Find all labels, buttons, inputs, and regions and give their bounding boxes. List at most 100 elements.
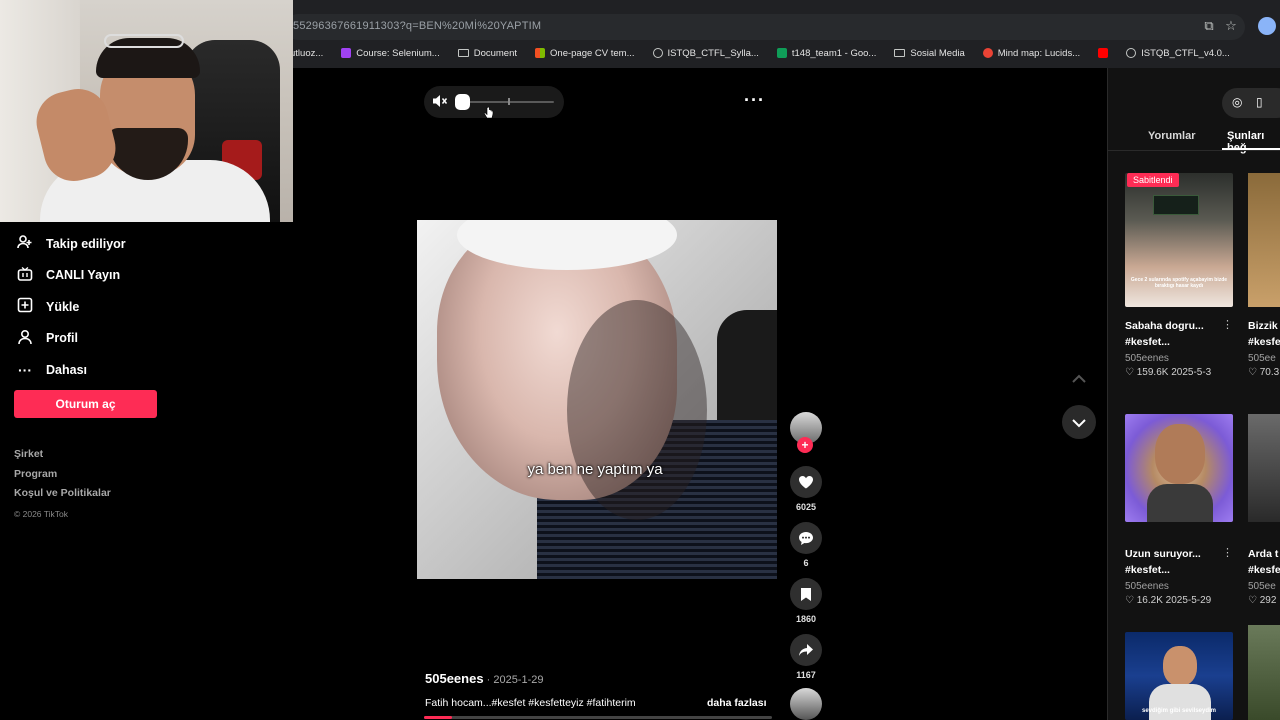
live-icon (14, 266, 36, 285)
volume-slider-tick (508, 98, 510, 105)
phone-icon[interactable]: ▯ (1256, 95, 1263, 109)
more-icon: ··· (18, 361, 32, 378)
video-player[interactable] (417, 220, 777, 579)
volume-slider-handle[interactable] (455, 94, 470, 110)
video-caption: ya ben ne yaptım ya (527, 461, 663, 478)
tab-comments[interactable]: Yorumlar (1148, 130, 1195, 142)
music-disc-avatar[interactable] (790, 688, 822, 720)
share-action[interactable]: 1167 (790, 634, 822, 680)
course-favicon-icon (341, 48, 352, 58)
mute-icon[interactable] (432, 94, 448, 111)
bookmark-item[interactable]: Course: Selenium... (341, 48, 440, 59)
bookmark-item[interactable]: One-page CV tem... (535, 48, 635, 59)
video-thumbnail[interactable] (1125, 414, 1233, 522)
comment-count: 6 (803, 558, 809, 568)
sidebar-footer: Şirket Program Koşul ve Politikalar © 20… (14, 448, 111, 519)
card-author[interactable]: 505ee (1248, 581, 1280, 592)
footer-link-terms[interactable]: Koşul ve Politikalar (14, 487, 111, 507)
compass-icon[interactable]: ◎ (1232, 95, 1242, 109)
card-title[interactable]: Bizzik (1248, 318, 1280, 334)
bookmark-star-icon[interactable]: ☆ (1223, 18, 1239, 34)
video-date: · 2025-1-29 (483, 674, 544, 686)
video-thumbnail[interactable]: Gece 2 sularında spotify açabayim bizde … (1125, 173, 1233, 307)
footer-link-program[interactable]: Program (14, 468, 111, 488)
video-thumbnail[interactable]: sevdiğim gibi sevilseydim (1125, 632, 1233, 720)
sidebar-item-upload[interactable]: Yükle (14, 291, 264, 323)
card-stats: ♡ 70.3 (1248, 367, 1280, 378)
chevron-up-icon (1072, 374, 1086, 383)
kebab-menu-icon[interactable]: ⋮ (1222, 318, 1233, 331)
mouse-cursor-icon (484, 106, 494, 122)
thumbnail-face (1155, 424, 1205, 484)
panel-tools (1222, 88, 1280, 118)
more-options-icon[interactable]: ··· (744, 90, 765, 111)
card-author[interactable]: 505eenes (1125, 353, 1169, 364)
video-author[interactable]: 505eenes · 2025-1-29 (425, 671, 544, 686)
sidebar-nav: Takip ediliyor CANLI Yayın Yükle Profil … (14, 228, 264, 386)
bookmark-item[interactable]: ISTQB_CTFL_v4.0... (1126, 48, 1230, 59)
panel-divider (1107, 150, 1280, 151)
heart-icon[interactable] (790, 466, 822, 498)
card-hashtag[interactable]: #kesfe (1248, 562, 1280, 578)
globe-icon (1126, 48, 1137, 58)
video-progress-track[interactable] (424, 716, 772, 719)
card-hashtag[interactable]: #kesfet... (1125, 562, 1225, 578)
thumbnail-shirt (1147, 484, 1213, 522)
like-action[interactable]: 6025 (790, 466, 822, 512)
thumbnail-face (1163, 646, 1197, 686)
microsoft-favicon-icon (535, 48, 546, 58)
save-action[interactable]: 1860 (790, 578, 822, 624)
card-title[interactable]: Arda t (1248, 546, 1280, 562)
video-shadow (567, 300, 707, 520)
bookmark-icon[interactable] (790, 578, 822, 610)
sidebar-item-live[interactable]: CANLI Yayın (14, 260, 264, 292)
video-thumbnail[interactable] (1248, 173, 1280, 307)
bookmark-item[interactable]: Mind map: Lucids... (982, 48, 1080, 59)
card-hashtag[interactable]: #kesfe (1248, 334, 1280, 350)
address-bar-url: 5529636766191130​3?q=BEN%20Mİ%20YAPTIM (293, 20, 542, 32)
webcam-overlay (0, 0, 293, 222)
card-author[interactable]: 505eenes (1125, 581, 1169, 592)
bookmark-item[interactable]: Sosial Media (894, 48, 965, 59)
sidebar-item-following[interactable]: Takip ediliyor (14, 228, 264, 260)
lucid-favicon-icon (982, 48, 993, 58)
share-count: 1167 (796, 670, 816, 680)
show-more-link[interactable]: daha fazlası (707, 697, 767, 709)
copyright-text: © 2026 TikTok (14, 508, 68, 519)
video-thumbnail[interactable] (1248, 414, 1280, 522)
bookmark-item[interactable]: t148_team1 - Goo... (776, 48, 876, 59)
bookmark-item[interactable]: ISTQB_CTFL_Sylla... (652, 48, 759, 59)
sheets-favicon-icon (776, 48, 787, 58)
thumbnail-text: sevdiğim gibi sevilseydim (1141, 708, 1217, 714)
install-app-icon[interactable]: ⧉ (1201, 18, 1217, 34)
footer-link-company[interactable]: Şirket (14, 448, 111, 468)
comment-icon[interactable] (790, 522, 822, 554)
card-title[interactable]: Sabaha dogru... (1125, 318, 1225, 334)
upload-icon (14, 297, 36, 316)
video-thumbnail[interactable] (1248, 625, 1280, 720)
bookmark-item[interactable]: utluoz... (290, 48, 323, 59)
sidebar-item-profile[interactable]: Profil (14, 323, 264, 355)
previous-video-button[interactable] (1062, 360, 1096, 394)
folder-icon (457, 49, 469, 57)
bookmark-item[interactable] (1098, 48, 1109, 58)
card-author[interactable]: 505ee (1248, 353, 1280, 364)
pinned-badge: Sabitlendi (1127, 173, 1179, 187)
comment-action[interactable]: 6 (790, 522, 822, 568)
next-video-button[interactable] (1062, 405, 1096, 439)
card-stats: ♡ 159.6K 2025-5-3 (1125, 367, 1212, 378)
share-icon[interactable] (790, 634, 822, 666)
card-hashtag[interactable]: #kesfet... (1125, 334, 1225, 350)
save-count: 1860 (795, 614, 817, 624)
bookmark-item[interactable]: Document (457, 48, 517, 59)
kebab-menu-icon[interactable]: ⋮ (1222, 546, 1233, 559)
login-button[interactable]: Oturum aç (14, 390, 157, 418)
card-stats: ♡ 16.2K 2025-5-29 (1125, 595, 1212, 606)
sidebar-item-more[interactable]: ··· Dahası (14, 354, 264, 386)
card-title[interactable]: Uzun suruyor... (1125, 546, 1225, 562)
globe-icon (652, 48, 663, 58)
browser-profile-avatar[interactable] (1258, 17, 1276, 35)
webcam-person-glasses (104, 34, 184, 48)
follow-plus-icon[interactable]: + (797, 437, 813, 453)
tab-underline (1222, 148, 1280, 150)
